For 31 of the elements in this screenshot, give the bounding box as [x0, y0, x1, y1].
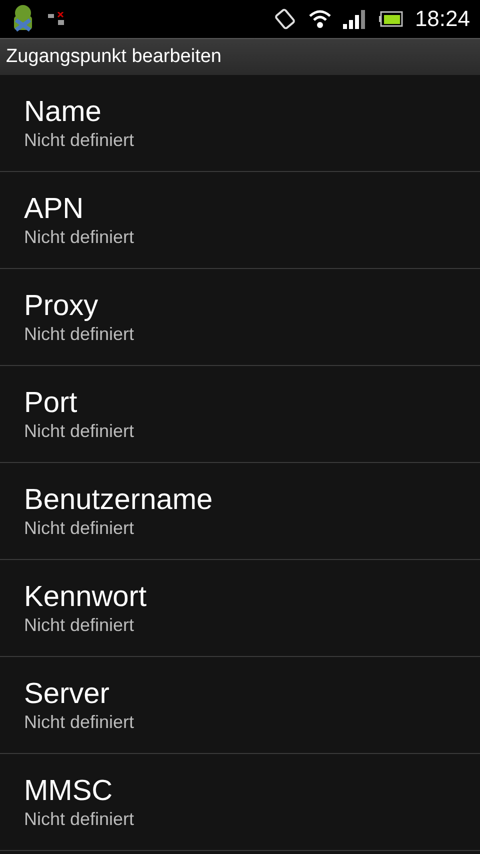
setting-summary: Nicht definiert	[24, 226, 134, 248]
setting-summary: Nicht definiert	[24, 614, 134, 636]
setting-title: Kennwort	[24, 580, 147, 615]
setting-title: Server	[24, 677, 110, 712]
setting-summary: Nicht definiert	[24, 518, 134, 539]
setting-summary: Nicht definiert	[24, 324, 134, 345]
clock-time: 18:24	[414, 6, 470, 32]
setting-title: APN	[24, 192, 84, 227]
window-title: Zugangspunkt bearbeiten	[6, 46, 222, 68]
settings-item[interactable]: MMSC Nicht definiert	[0, 754, 480, 851]
wifi-icon	[308, 9, 331, 29]
settings-item[interactable]: Benutzername Nicht definiert	[0, 463, 480, 560]
battery-icon	[378, 11, 403, 27]
setting-summary: Nicht definiert	[24, 130, 134, 151]
settings-item[interactable]: Port Nicht definiert	[0, 366, 480, 463]
signal-icon	[342, 9, 367, 29]
settings-item[interactable]: Proxy Nicht definiert	[0, 269, 480, 366]
settings-item[interactable]: Kennwort Nicht definiert	[0, 560, 480, 657]
setting-summary: Nicht definiert	[24, 808, 134, 830]
setting-title: Port	[24, 386, 78, 421]
setting-title: MMSC	[24, 774, 113, 809]
setting-title: Benutzername	[24, 483, 213, 518]
setting-summary: Nicht definiert	[24, 420, 134, 442]
setting-title: Name	[24, 95, 102, 130]
settings-item[interactable]: APN Nicht definiert	[0, 172, 480, 269]
setting-summary: Nicht definiert	[24, 712, 134, 733]
rotation-icon	[272, 7, 297, 31]
setting-title: Proxy	[24, 289, 98, 324]
settings-item[interactable]: Server Nicht definiert	[0, 657, 480, 754]
settings-item[interactable]: Name Nicht definiert	[0, 75, 480, 172]
network-icon	[48, 12, 66, 26]
